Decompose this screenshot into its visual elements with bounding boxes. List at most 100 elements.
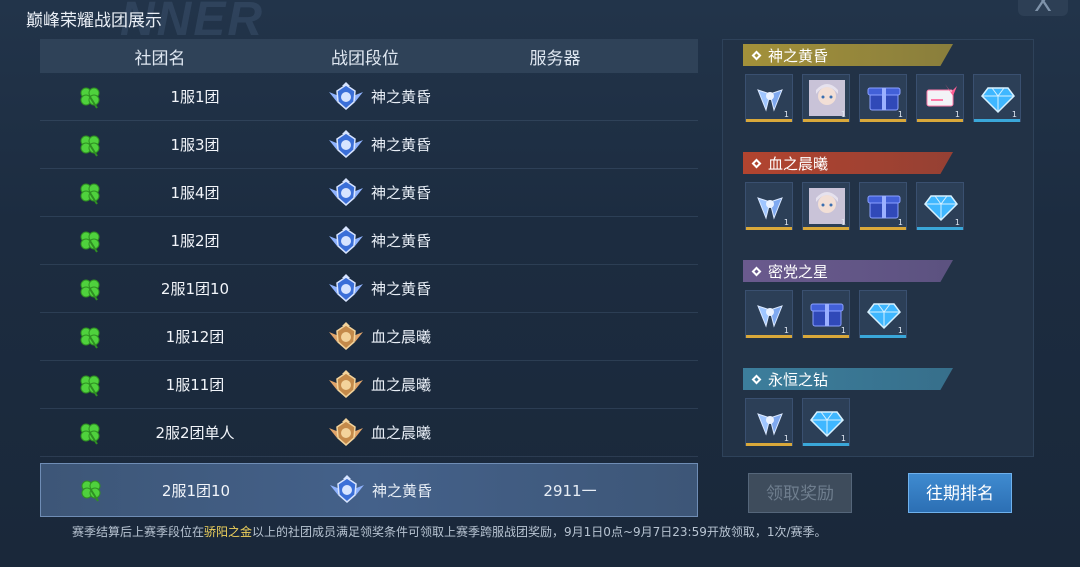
guild-rank: 神之黄昏 bbox=[294, 177, 464, 208]
page-title: 巅峰荣耀战团展示 bbox=[26, 11, 162, 31]
diamond-bullet-icon bbox=[751, 266, 762, 276]
rank-emblem-icon bbox=[327, 369, 365, 400]
table-row[interactable]: 1服2团 神之黄昏 bbox=[40, 217, 698, 265]
clover-icon bbox=[70, 132, 110, 158]
item-rarity-bar bbox=[746, 335, 792, 338]
claim-reward-button[interactable]: 领取奖励 bbox=[748, 473, 852, 513]
rank-emblem-icon bbox=[327, 81, 365, 112]
item-rarity-bar bbox=[803, 335, 849, 338]
clover-icon bbox=[71, 477, 111, 503]
reward-panel: 神之黄昏 1 1 1 1 1 血之晨曦 1 1 1 1 密党之星 1 1 1 永恒之钻 1 1 bbox=[722, 39, 1034, 457]
rank-emblem-icon bbox=[328, 475, 366, 505]
reward-item[interactable]: 1 bbox=[802, 74, 850, 122]
header-guild-rank: 战团段位 bbox=[331, 48, 399, 69]
item-quantity: 1 bbox=[840, 326, 846, 335]
rank-label: 血之晨曦 bbox=[370, 424, 431, 442]
guild-rank: 神之黄昏 bbox=[294, 81, 464, 112]
table-row-selected[interactable]: 2服1团10 神之黄昏 2911一 bbox=[40, 463, 698, 517]
tier-banner: 密党之星 bbox=[743, 260, 953, 282]
tier-banner: 永恒之钻 bbox=[743, 368, 953, 390]
table-header: 社团名 战团段位 服务器 bbox=[40, 39, 698, 73]
rank-label: 血之晨曦 bbox=[370, 376, 431, 394]
clover-icon bbox=[70, 420, 110, 446]
item-quantity: 1 bbox=[783, 434, 789, 443]
rank-emblem-icon bbox=[327, 417, 365, 448]
guild-name: 1服2团 bbox=[170, 232, 220, 250]
guild-name: 1服1团 bbox=[170, 88, 220, 106]
table-row[interactable]: 1服12团 血之晨曦 bbox=[40, 313, 698, 361]
table-row[interactable]: 2服2团单人 血之晨曦 bbox=[40, 409, 698, 457]
reward-tier: 神之黄昏 1 1 1 1 1 bbox=[743, 44, 1021, 122]
item-rarity-bar bbox=[803, 443, 849, 446]
reward-item[interactable]: 1 bbox=[802, 398, 850, 446]
reward-item[interactable]: 1 bbox=[745, 182, 793, 230]
tier-items: 11 bbox=[745, 398, 953, 446]
rank-label: 血之晨曦 bbox=[370, 328, 431, 346]
rank-label: 神之黄昏 bbox=[370, 88, 431, 106]
clover-icon bbox=[70, 372, 110, 398]
footnote-highlight: 骄阳之金 bbox=[204, 525, 253, 539]
reward-item[interactable]: 1 bbox=[859, 290, 907, 338]
item-quantity: 1 bbox=[783, 326, 789, 335]
item-quantity: 1 bbox=[897, 218, 903, 227]
reward-item[interactable]: 1 bbox=[859, 74, 907, 122]
clover-icon bbox=[70, 276, 110, 302]
close-button[interactable]: X bbox=[1018, 0, 1068, 18]
reward-item[interactable]: 1 bbox=[745, 398, 793, 446]
reward-item[interactable]: 1 bbox=[745, 74, 793, 122]
guild-table: 社团名 战团段位 服务器 1服1团 神之黄昏 1服3团 神之黄昏 1服4团 神之黄昏 1服2… bbox=[40, 39, 698, 519]
item-rarity-bar bbox=[917, 227, 963, 230]
item-quantity: 1 bbox=[783, 218, 789, 227]
clover-icon bbox=[70, 84, 110, 110]
item-quantity: 1 bbox=[954, 218, 960, 227]
item-quantity: 1 bbox=[897, 326, 903, 335]
item-rarity-bar bbox=[803, 119, 849, 122]
item-rarity-bar bbox=[860, 335, 906, 338]
item-rarity-bar bbox=[746, 227, 792, 230]
table-row[interactable]: 1服1团 神之黄昏 bbox=[40, 73, 698, 121]
item-rarity-bar bbox=[803, 227, 849, 230]
item-rarity-bar bbox=[860, 227, 906, 230]
rank-emblem-icon bbox=[327, 129, 365, 160]
guild-name: 1服4团 bbox=[170, 184, 220, 202]
item-quantity: 1 bbox=[954, 110, 960, 119]
rank-emblem-icon bbox=[327, 321, 365, 352]
header-guild-name: 社团名 bbox=[134, 48, 186, 69]
reward-item[interactable]: 1 bbox=[859, 182, 907, 230]
item-rarity-bar bbox=[974, 119, 1020, 122]
server-value: 2911一 bbox=[543, 481, 597, 500]
guild-rank: 神之黄昏 bbox=[294, 129, 464, 160]
clover-icon bbox=[70, 228, 110, 254]
header-server: 服务器 bbox=[529, 48, 581, 69]
guild-name: 1服11团 bbox=[165, 376, 225, 394]
table-row[interactable]: 1服11团 血之晨曦 bbox=[40, 361, 698, 409]
table-row[interactable]: 2服1团10 神之黄昏 bbox=[40, 265, 698, 313]
rank-label: 神之黄昏 bbox=[370, 232, 431, 250]
guild-name: 2服1团10 bbox=[160, 280, 230, 298]
tier-items: 1 1 1 1 bbox=[745, 182, 964, 230]
reward-item[interactable]: 1 bbox=[916, 182, 964, 230]
reward-item[interactable]: 1 bbox=[802, 290, 850, 338]
rank-label: 神之黄昏 bbox=[371, 481, 432, 500]
rank-emblem-icon bbox=[327, 225, 365, 256]
guild-rank: 血之晨曦 bbox=[294, 417, 464, 448]
reward-item[interactable]: 1 bbox=[745, 290, 793, 338]
guild-rank: 神之黄昏 bbox=[295, 475, 465, 505]
tier-banner: 神之黄昏 bbox=[743, 44, 953, 66]
table-body: 1服1团 神之黄昏 1服3团 神之黄昏 1服4团 神之黄昏 1服2团 神之黄昏 2服1团10 神之… bbox=[40, 73, 698, 457]
diamond-bullet-icon bbox=[751, 374, 762, 384]
guild-rank: 神之黄昏 bbox=[294, 273, 464, 304]
footnote-text-before: 赛季结算后上赛季段位在 bbox=[72, 525, 205, 539]
item-quantity: 1 bbox=[840, 218, 846, 227]
reward-tier: 血之晨曦 1 1 1 1 bbox=[743, 152, 964, 230]
rank-label: 神之黄昏 bbox=[370, 280, 431, 298]
guild-name: 2服1团10 bbox=[161, 481, 231, 500]
reward-item[interactable]: 1 bbox=[973, 74, 1021, 122]
table-row[interactable]: 1服4团 神之黄昏 bbox=[40, 169, 698, 217]
tier-banner: 血之晨曦 bbox=[743, 152, 953, 174]
table-row[interactable]: 1服3团 神之黄昏 bbox=[40, 121, 698, 169]
reward-item[interactable]: 1 bbox=[916, 74, 964, 122]
reward-item[interactable]: 1 bbox=[802, 182, 850, 230]
reward-tier: 永恒之钻 1 1 bbox=[743, 368, 953, 446]
history-ranking-button[interactable]: 往期排名 bbox=[908, 473, 1012, 513]
